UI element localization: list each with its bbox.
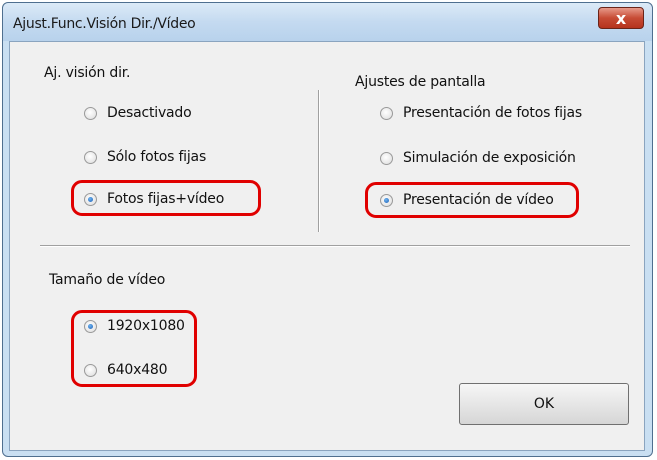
radio-label: Sólo fotos fijas [107, 149, 207, 165]
radio-label: Desactivado [107, 105, 192, 121]
close-icon: x [615, 8, 627, 28]
title-bar[interactable]: Ajust.Func.Visión Dir./Vídeo x [3, 3, 652, 41]
radio-button[interactable] [380, 106, 393, 120]
radio-640x480[interactable]: 640x480 [84, 362, 168, 378]
dialog-client-area: Aj. visión dir. Desactivado Sólo fotos f… [9, 41, 645, 451]
ok-button[interactable]: OK [459, 383, 629, 425]
window-title: Ajust.Func.Visión Dir./Vídeo [13, 16, 196, 32]
video-size-heading: Tamaño de vídeo [49, 272, 166, 288]
radio-label: 640x480 [107, 362, 168, 378]
radio-label: Presentación de vídeo [403, 192, 554, 208]
radio-fotos-fijas-video[interactable]: Fotos fijas+vídeo [84, 191, 224, 207]
live-view-heading: Aj. visión dir. [44, 65, 131, 81]
radio-simulacion-exposicion[interactable]: Simulación de exposición [380, 150, 576, 166]
radio-1920x1080[interactable]: 1920x1080 [84, 318, 185, 334]
vertical-divider [318, 90, 320, 232]
radio-button[interactable] [84, 150, 97, 164]
radio-presentacion-fotos-fijas[interactable]: Presentación de fotos fijas [380, 105, 582, 121]
radio-button-checked[interactable] [84, 192, 97, 206]
radio-solo-fotos-fijas[interactable]: Sólo fotos fijas [84, 149, 206, 165]
radio-button-checked[interactable] [84, 319, 97, 333]
dialog-window: Ajust.Func.Visión Dir./Vídeo x Aj. visió… [2, 2, 653, 457]
radio-button[interactable] [380, 151, 393, 165]
radio-label: 1920x1080 [107, 318, 185, 334]
radio-button[interactable] [84, 363, 97, 377]
horizontal-divider [40, 245, 630, 247]
radio-label: Presentación de fotos fijas [403, 105, 583, 121]
close-button[interactable]: x [598, 7, 644, 29]
radio-label: Fotos fijas+vídeo [107, 191, 225, 207]
radio-label: Simulación de exposición [403, 150, 576, 166]
screen-settings-heading: Ajustes de pantalla [355, 74, 486, 90]
radio-button[interactable] [84, 106, 97, 120]
radio-presentacion-video[interactable]: Presentación de vídeo [380, 192, 554, 208]
radio-desactivado[interactable]: Desactivado [84, 105, 192, 121]
radio-button-checked[interactable] [380, 193, 393, 207]
